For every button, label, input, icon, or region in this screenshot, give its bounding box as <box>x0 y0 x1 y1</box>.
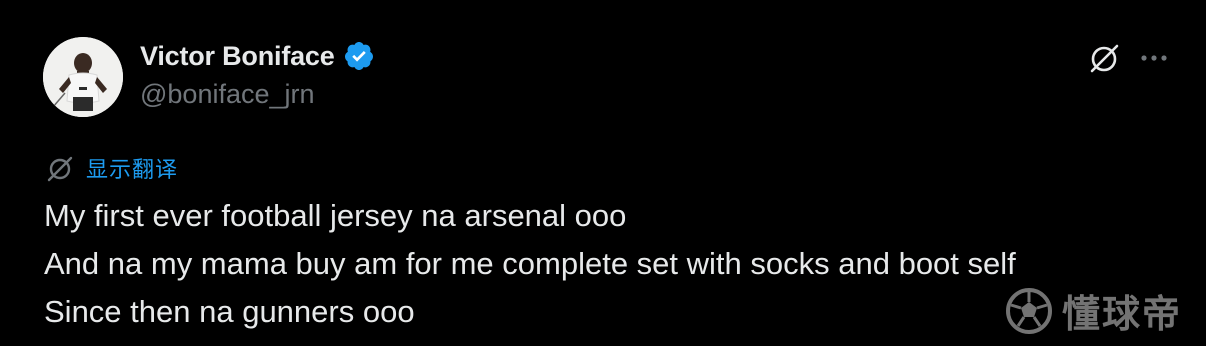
tweet-card: Victor Boniface @boniface_jrn 显示翻译 My fi… <box>0 0 1206 346</box>
tweet-text-line: My first ever football jersey na arsenal… <box>44 198 627 233</box>
show-translation-label[interactable]: 显示翻译 <box>86 152 178 184</box>
author-name-row: Victor Boniface <box>140 38 375 74</box>
tweet-text-line: Since then na gunners ooo <box>44 294 415 329</box>
watermark: 懂球帝 <box>1004 283 1182 338</box>
profile-photo-icon <box>43 37 123 117</box>
tweet-text-line: And na my mama buy am for me complete se… <box>44 246 1016 281</box>
show-translation-link[interactable]: 显示翻译 <box>44 150 178 186</box>
verified-badge-icon[interactable] <box>343 40 375 72</box>
soccer-ball-icon <box>1004 286 1054 336</box>
translate-icon <box>44 152 76 184</box>
more-horizontal-icon <box>1141 55 1167 61</box>
more-options-button[interactable] <box>1132 36 1176 80</box>
author-display-name[interactable]: Victor Boniface <box>140 41 335 72</box>
tweet-actions <box>1082 36 1176 80</box>
watermark-text: 懂球帝 <box>1061 292 1182 336</box>
avatar[interactable] <box>43 37 123 117</box>
grok-icon <box>1090 44 1119 73</box>
grok-button[interactable] <box>1082 36 1126 80</box>
author-handle[interactable]: @boniface_jrn <box>140 79 315 110</box>
tweet-text: My first ever football jersey na arsenal… <box>44 192 1016 336</box>
